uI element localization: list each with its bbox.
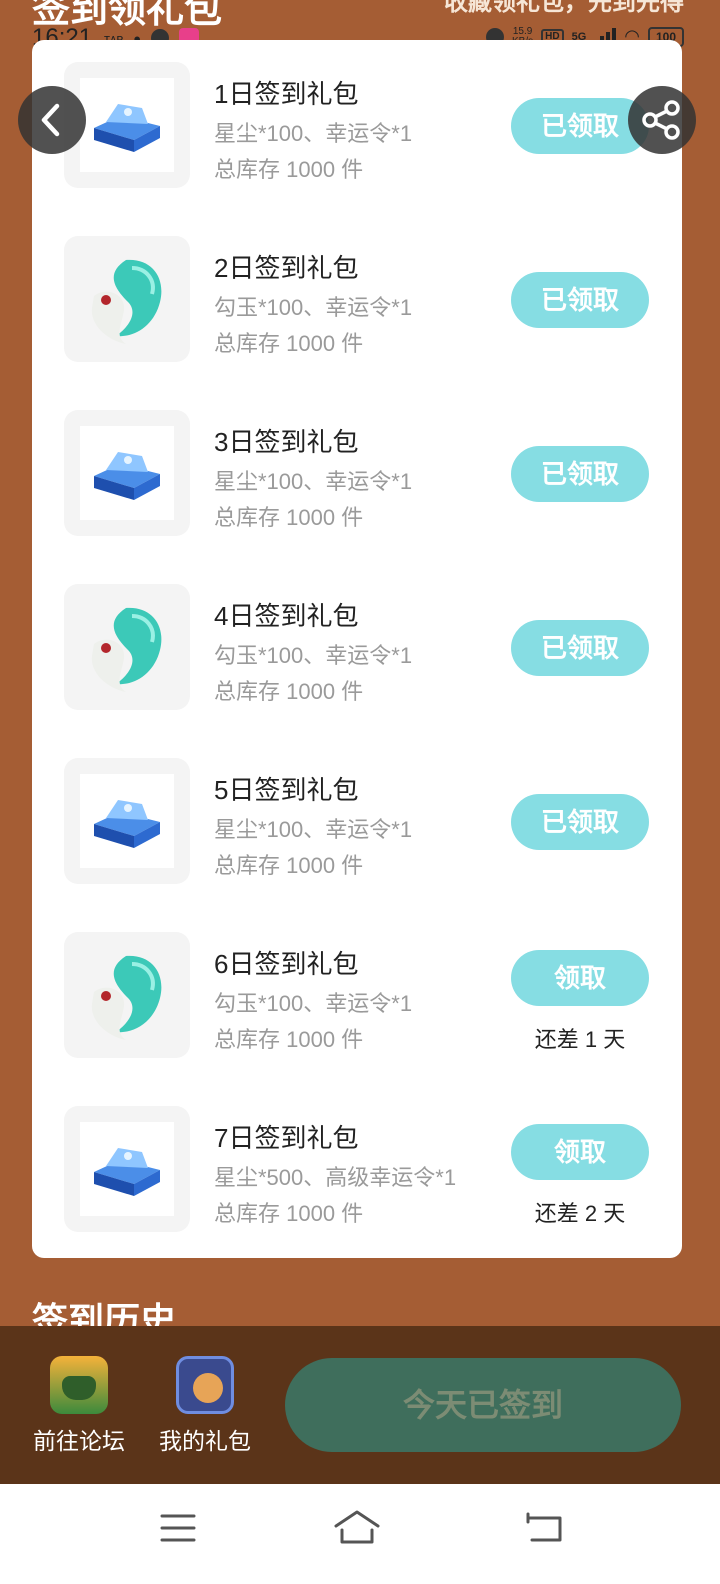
forum-label: 前往论坛 [33,1428,125,1454]
gift-list-card: 1日签到礼包 星尘*100、幸运令*1 总库存 1000 件 已领取 2日签到礼… [32,40,682,1258]
gift-title: 2日签到礼包 [214,253,359,283]
magatama-icon [91,607,162,692]
gift-contents: 勾玉*100、幸运令*1 [214,643,413,668]
claim-button[interactable]: 领取 [511,1124,649,1180]
gift-stock: 总库存 1000 件 [214,1027,364,1052]
gift-contents: 星尘*500、高级幸运令*1 [214,1165,457,1190]
stardust-icon [94,800,160,848]
gift-title: 7日签到礼包 [214,1123,359,1153]
claimed-button[interactable]: 已领取 [511,620,649,676]
gift-row-day5: 5日签到礼包 星尘*100、幸运令*1 总库存 1000 件 已领取 [32,758,682,932]
gift-row-day4: 4日签到礼包 勾玉*100、幸运令*1 总库存 1000 件 已领取 [32,584,682,758]
days-remaining: 还差 1 天 [534,1027,626,1052]
gift-thumbnail [64,410,190,536]
gift-stock: 总库存 1000 件 [214,853,364,878]
signed-today-button[interactable]: 今天已签到 [285,1358,681,1452]
share-button[interactable] [628,86,696,154]
gift-title: 3日签到礼包 [214,427,359,457]
forum-icon [50,1356,108,1414]
menu-icon[interactable] [158,1508,198,1548]
gift-stock: 总库存 1000 件 [214,1201,364,1226]
gift-stock: 总库存 1000 件 [214,679,364,704]
chevron-left-icon [41,103,60,137]
header-subtitle-peek: 收藏领礼包，先到先得 [444,0,684,16]
gift-stock: 总库存 1000 件 [214,331,364,356]
gift-title: 6日签到礼包 [214,949,359,979]
gift-row-day1: 1日签到礼包 星尘*100、幸运令*1 总库存 1000 件 已领取 [32,62,682,236]
my-gifts-icon [176,1356,234,1414]
claimed-button[interactable]: 已领取 [511,272,649,328]
history-section-title: 签到历史 [32,1300,177,1328]
gift-row-day2: 2日签到礼包 勾玉*100、幸运令*1 总库存 1000 件 已领取 [32,236,682,410]
gift-stock: 总库存 1000 件 [214,157,364,182]
my-gifts-label: 我的礼包 [159,1428,251,1454]
gift-title: 5日签到礼包 [214,775,359,805]
bottom-action-bar: 前往论坛 我的礼包 今天已签到 [0,1326,720,1484]
gift-row-day7: 7日签到礼包 星尘*500、高级幸运令*1 总库存 1000 件 领取 还差 2… [32,1106,682,1258]
gift-title: 4日签到礼包 [214,601,359,631]
gift-thumbnail [64,1106,190,1232]
back-button[interactable] [18,86,86,154]
gift-contents: 星尘*100、幸运令*1 [214,121,413,146]
forum-link[interactable]: 前往论坛 [24,1356,134,1456]
gift-row-day6: 6日签到礼包 勾玉*100、幸运令*1 总库存 1000 件 领取 还差 1 天 [32,932,682,1106]
gift-thumbnail [64,758,190,884]
share-icon [642,100,680,140]
magatama-icon [91,955,162,1040]
gift-contents: 星尘*100、幸运令*1 [214,817,413,842]
system-nav-bar [0,1484,720,1584]
gift-contents: 星尘*100、幸运令*1 [214,469,413,494]
gift-stock: 总库存 1000 件 [214,505,364,530]
stardust-icon [94,104,160,152]
gift-thumbnail [64,932,190,1058]
back-nav-icon[interactable] [522,1508,566,1548]
gift-title: 1日签到礼包 [214,79,359,109]
days-remaining: 还差 2 天 [534,1201,626,1226]
gift-thumbnail [64,584,190,710]
claim-button[interactable]: 领取 [511,950,649,1006]
claimed-button[interactable]: 已领取 [511,446,649,502]
home-icon[interactable] [332,1508,382,1548]
gift-contents: 勾玉*100、幸运令*1 [214,991,413,1016]
stardust-icon [94,452,160,500]
claimed-button[interactable]: 已领取 [511,794,649,850]
my-gifts-link[interactable]: 我的礼包 [150,1356,260,1456]
gift-contents: 勾玉*100、幸运令*1 [214,295,413,320]
gift-row-day3: 3日签到礼包 星尘*100、幸运令*1 总库存 1000 件 已领取 [32,410,682,584]
stardust-icon [94,1148,160,1196]
gift-thumbnail [64,236,190,362]
magatama-icon [91,259,162,344]
